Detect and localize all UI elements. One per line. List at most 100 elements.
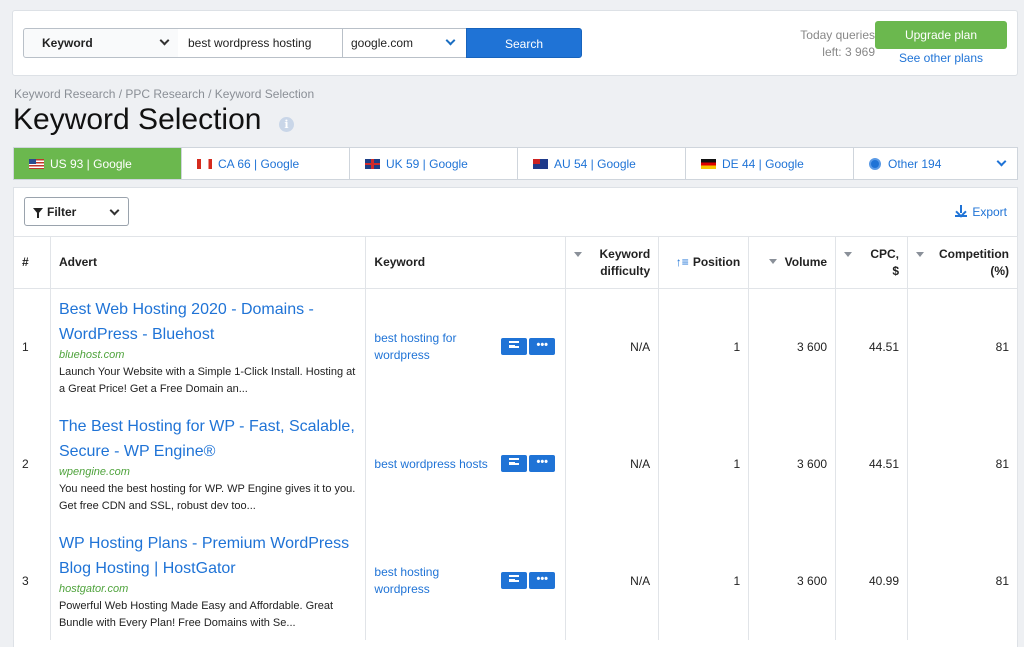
col-competition[interactable]: Competition (%) xyxy=(907,236,1018,289)
lines-icon xyxy=(509,458,520,465)
ca-flag-icon xyxy=(197,159,212,169)
tab-us[interactable]: US 93 | Google xyxy=(14,148,182,179)
header-text: Keyword xyxy=(599,246,651,261)
keyword-link[interactable]: best hosting for wordpress xyxy=(374,330,494,364)
search-bar-card: Keyword best wordpress hosting google.co… xyxy=(12,10,1018,76)
table-row: 3 WP Hosting Plans - Premium WordPress B… xyxy=(13,522,1018,640)
tab-uk[interactable]: UK 59 | Google xyxy=(350,148,518,179)
tab-label: Other 194 xyxy=(888,157,942,171)
table-row: 2 The Best Hosting for WP - Fast, Scalab… xyxy=(13,405,1018,523)
position: 1 xyxy=(658,288,750,406)
header-text: (%) xyxy=(990,263,1009,278)
keyword-actions: ••• xyxy=(501,338,556,356)
ad-title-link[interactable]: The Best Hosting for WP - Fast, Scalable… xyxy=(59,414,357,464)
tab-ca[interactable]: CA 66 | Google xyxy=(182,148,350,179)
cpc: 44.51 xyxy=(835,288,909,406)
filter-label: Filter xyxy=(47,205,77,219)
ad-title-link[interactable]: WP Hosting Plans - Premium WordPress Blo… xyxy=(59,531,357,581)
volume: 3 600 xyxy=(748,288,837,406)
tab-label: DE 44 | Google xyxy=(722,157,804,171)
competition: 81 xyxy=(907,288,1018,406)
database-select[interactable]: Keyword xyxy=(23,28,179,58)
keyword-cell: best hosting wordpress ••• xyxy=(365,522,567,640)
header-text: CPC, xyxy=(870,246,900,261)
keyword-actions: ••• xyxy=(501,572,556,589)
ad-description: Launch Your Website with a Simple 1-Clic… xyxy=(58,365,356,395)
sort-icon xyxy=(844,251,853,257)
chevron-down-icon xyxy=(996,156,1007,167)
tab-label: UK 59 | Google xyxy=(386,157,468,171)
keyword-difficulty: N/A xyxy=(565,288,660,406)
au-flag-icon xyxy=(533,159,548,169)
sort-ascending-icon: ↑≡ xyxy=(675,255,689,269)
see-other-plans-link[interactable]: See other plans xyxy=(875,51,1007,65)
results-panel: Filter Export # Advert Keyword Keyword di… xyxy=(13,187,1018,647)
position: 1 xyxy=(658,522,750,640)
search-button[interactable]: Search xyxy=(466,28,582,58)
advert-cell: WP Hosting Plans - Premium WordPress Blo… xyxy=(49,522,367,640)
more-button[interactable]: ••• xyxy=(529,572,556,589)
col-keyword-difficulty[interactable]: Keyword difficulty xyxy=(565,236,660,289)
ad-title-link[interactable]: Best Web Hosting 2020 - Domains - WordPr… xyxy=(59,297,357,347)
row-index: 3 xyxy=(13,522,51,640)
tab-label: AU 54 | Google xyxy=(554,157,636,171)
row-index: 2 xyxy=(13,405,51,523)
ad-description: Powerful Web Hosting Made Easy and Affor… xyxy=(58,599,334,629)
details-button[interactable] xyxy=(501,455,528,472)
queries-count: left: 3 969 xyxy=(822,45,875,59)
globe-icon xyxy=(869,158,881,170)
col-index: # xyxy=(13,236,51,289)
tab-label: CA 66 | Google xyxy=(218,157,300,171)
breadcrumb[interactable]: Keyword Research / PPC Research / Keywor… xyxy=(14,87,314,101)
col-advert: Advert xyxy=(49,236,367,289)
export-label: Export xyxy=(972,205,1007,219)
de-flag-icon xyxy=(701,159,716,169)
us-flag-icon xyxy=(29,159,44,169)
volume: 3 600 xyxy=(748,522,837,640)
info-icon[interactable]: i xyxy=(279,117,294,132)
lines-icon xyxy=(509,341,520,349)
more-button[interactable]: ••• xyxy=(529,455,556,472)
upgrade-plan-button[interactable]: Upgrade plan xyxy=(875,21,1007,49)
competition: 81 xyxy=(907,405,1018,523)
table-header-row: # Advert Keyword Keyword difficulty ↑≡ Pos… xyxy=(13,236,1018,289)
details-button[interactable] xyxy=(501,338,528,356)
ad-domain: bluehost.com xyxy=(58,348,125,361)
header-text: Competition xyxy=(939,246,1009,261)
col-volume[interactable]: Volume xyxy=(748,236,837,289)
table-row: 1 Best Web Hosting 2020 - Domains - Word… xyxy=(13,288,1018,406)
chevron-down-icon xyxy=(109,205,120,216)
sort-icon xyxy=(916,251,925,257)
chevron-down-icon xyxy=(159,35,170,46)
position: 1 xyxy=(658,405,750,523)
header-text: $ xyxy=(892,263,900,278)
filter-button[interactable]: Filter xyxy=(24,197,129,226)
lines-icon xyxy=(509,575,520,582)
tab-au[interactable]: AU 54 | Google xyxy=(518,148,686,179)
uk-flag-icon xyxy=(365,159,380,169)
cpc: 40.99 xyxy=(835,522,909,640)
export-button[interactable]: Export xyxy=(955,205,1007,219)
database-select-label: Keyword xyxy=(42,36,93,50)
header-text: Volume xyxy=(784,255,828,269)
header-text: Position xyxy=(692,255,741,269)
domain-select[interactable]: google.com xyxy=(342,28,467,58)
row-index: 1 xyxy=(13,288,51,406)
volume: 3 600 xyxy=(748,405,837,523)
col-position[interactable]: ↑≡ Position xyxy=(658,236,750,289)
search-input[interactable]: best wordpress hosting xyxy=(178,28,343,58)
more-button[interactable]: ••• xyxy=(529,338,556,356)
tab-de[interactable]: DE 44 | Google xyxy=(686,148,854,179)
ad-domain: wpengine.com xyxy=(58,465,130,478)
tab-label: US 93 | Google xyxy=(50,157,132,171)
keyword-link[interactable]: best wordpress hosts xyxy=(374,456,494,473)
domain-select-label: google.com xyxy=(351,36,414,50)
col-cpc[interactable]: CPC, $ xyxy=(835,236,909,289)
details-button[interactable] xyxy=(501,572,528,589)
keyword-link[interactable]: best hosting wordpress xyxy=(374,564,494,598)
keyword-difficulty: N/A xyxy=(565,522,660,640)
keyword-cell: best hosting for wordpress ••• xyxy=(365,288,567,406)
tab-other[interactable]: Other 194 xyxy=(854,148,1017,179)
page-title: Keyword Selection xyxy=(13,103,262,136)
sort-icon xyxy=(574,251,583,257)
